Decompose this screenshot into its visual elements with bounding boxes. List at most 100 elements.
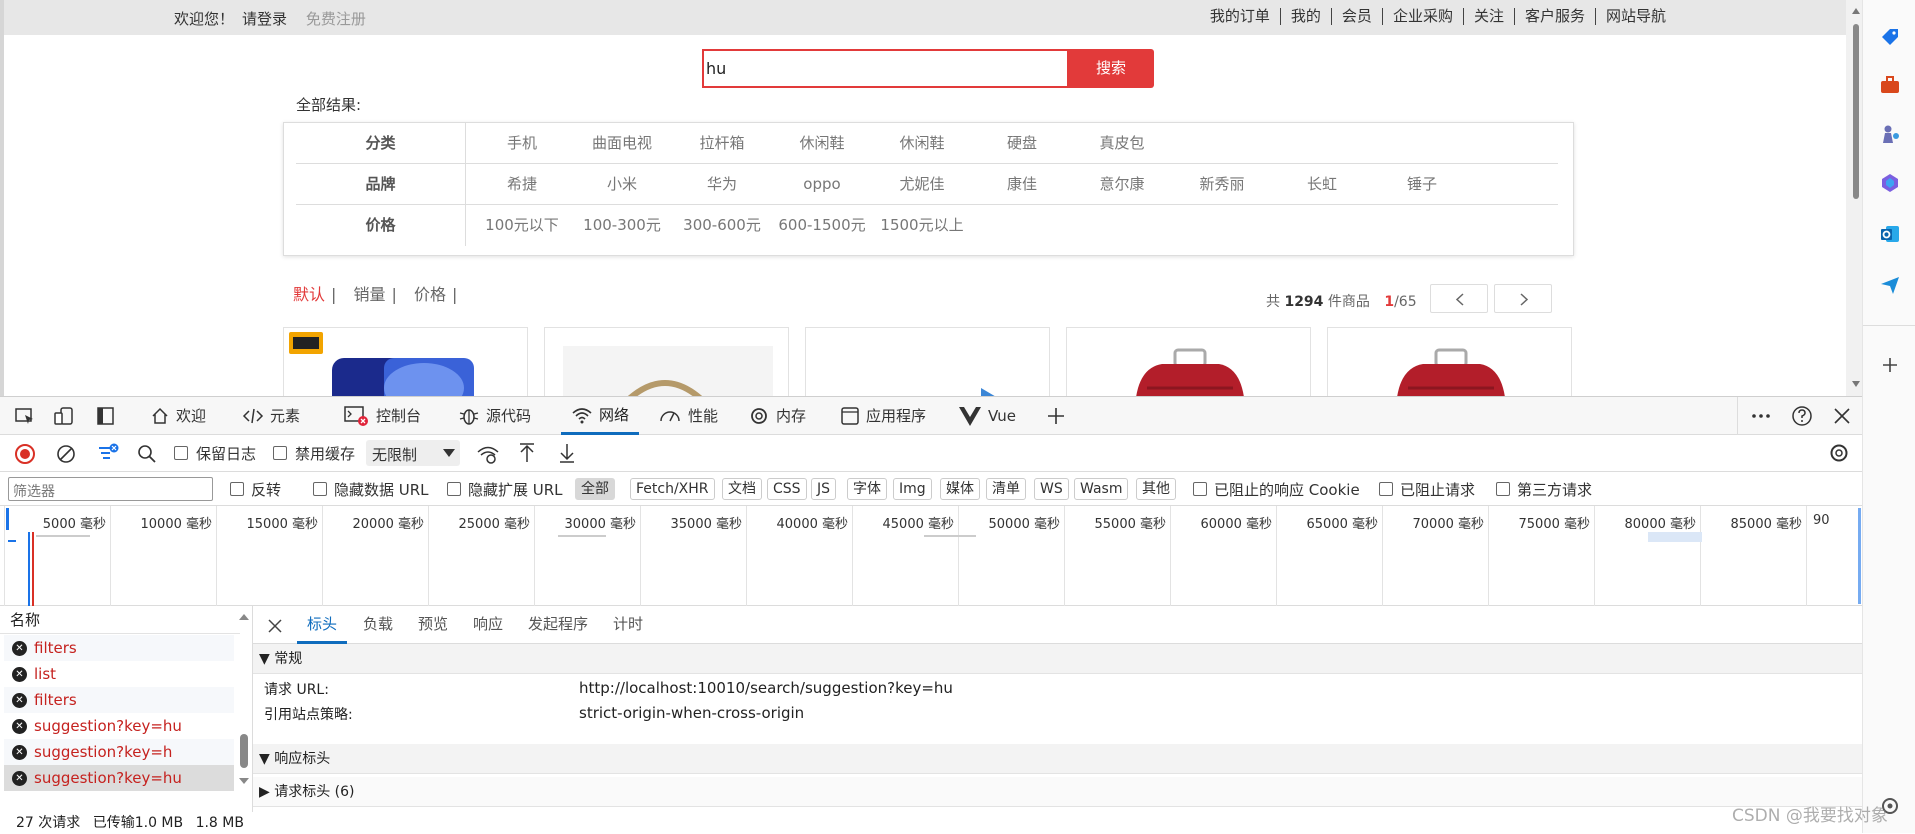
filter-option[interactable]: 硬盘	[972, 123, 1072, 164]
type-media[interactable]: 媒体	[940, 478, 980, 500]
disable-cache-checkbox[interactable]	[273, 446, 287, 460]
filter-option[interactable]: 100元以下	[472, 205, 572, 246]
chess-icon[interactable]	[1879, 123, 1901, 145]
filter-option[interactable]: 华为	[672, 164, 772, 205]
send-icon[interactable]	[1879, 274, 1901, 296]
help-icon[interactable]	[1791, 405, 1813, 427]
tab-console[interactable]: 控制台	[344, 397, 421, 435]
type-css[interactable]: CSS	[767, 478, 807, 500]
filter-option[interactable]: 尤妮佳	[872, 164, 972, 205]
product-card[interactable]	[544, 327, 789, 396]
filter-toggle-icon[interactable]	[96, 441, 120, 465]
type-img[interactable]: Img	[893, 478, 932, 500]
detail-tab-payload[interactable]: 负载	[363, 606, 393, 643]
filter-option[interactable]: 长虹	[1272, 164, 1372, 205]
blocked-cookie-checkbox[interactable]	[1193, 482, 1207, 496]
request-row[interactable]: ✕ filters	[4, 635, 234, 661]
product-card[interactable]	[1066, 327, 1311, 396]
inspect-icon[interactable]	[14, 407, 36, 425]
search-icon[interactable]	[136, 443, 158, 465]
filter-option[interactable]: 锤子	[1372, 164, 1472, 205]
filter-option[interactable]: 希捷	[472, 164, 572, 205]
toolbox-icon[interactable]	[1879, 74, 1901, 96]
filter-input[interactable]: 筛选器	[8, 477, 213, 501]
type-ws[interactable]: WS	[1034, 478, 1069, 500]
login-link[interactable]: 请登录	[242, 10, 287, 28]
preserve-log-checkbox[interactable]	[174, 446, 188, 460]
record-stop-icon[interactable]	[14, 443, 36, 465]
close-detail-icon[interactable]	[266, 617, 284, 635]
filter-option[interactable]: 小米	[572, 164, 672, 205]
filter-option[interactable]: 600-1500元	[772, 205, 872, 246]
request-row[interactable]: ✕ suggestion?key=hu	[4, 713, 234, 739]
type-manifest[interactable]: 清单	[986, 478, 1026, 500]
request-row[interactable]: ✕ filters	[4, 687, 234, 713]
tab-sources[interactable]: 源代码	[458, 397, 531, 435]
upload-icon[interactable]	[516, 442, 538, 464]
filter-option[interactable]: 真皮包	[1072, 123, 1172, 164]
outlook-icon[interactable]	[1879, 223, 1901, 245]
close-devtools-icon[interactable]	[1832, 406, 1852, 426]
sort-default[interactable]: 默认	[293, 285, 325, 304]
prev-page-button[interactable]	[1430, 284, 1488, 313]
nav-my-orders[interactable]: 我的订单	[1200, 8, 1280, 25]
search-input[interactable]: hu	[702, 49, 1069, 88]
filter-option[interactable]: 拉杆箱	[672, 123, 772, 164]
throttle-select[interactable]: 无限制	[366, 440, 460, 466]
nav-my[interactable]: 我的	[1279, 8, 1331, 25]
name-column-header[interactable]: 名称	[0, 606, 240, 634]
filter-option[interactable]: 意尔康	[1072, 164, 1172, 205]
more-options-icon[interactable]	[1750, 406, 1772, 426]
add-tab-icon[interactable]	[1046, 406, 1066, 426]
invert-checkbox[interactable]	[230, 482, 244, 496]
hide-data-url-checkbox[interactable]	[313, 482, 327, 496]
sort-sales[interactable]: 销量	[354, 285, 386, 304]
copilot-icon[interactable]	[1879, 172, 1901, 194]
tab-memory[interactable]: 内存	[748, 397, 806, 435]
tab-application[interactable]: 应用程序	[840, 397, 926, 435]
detail-tab-preview[interactable]: 预览	[418, 606, 448, 643]
product-card[interactable]	[283, 327, 528, 396]
type-all[interactable]: 全部	[575, 478, 615, 500]
detail-tab-timing[interactable]: 计时	[613, 606, 643, 643]
tab-welcome[interactable]: 欢迎	[150, 397, 206, 435]
nav-member[interactable]: 会员	[1330, 8, 1382, 25]
nav-enterprise[interactable]: 企业采购	[1381, 8, 1463, 25]
detail-tab-headers[interactable]: 标头	[297, 606, 348, 644]
plus-icon[interactable]	[1879, 354, 1901, 376]
filter-option[interactable]: 休闲鞋	[772, 123, 872, 164]
clear-icon[interactable]	[55, 443, 77, 465]
filter-option[interactable]: 休闲鞋	[872, 123, 972, 164]
dock-icon[interactable]	[96, 407, 116, 425]
search-button[interactable]: 搜索	[1068, 49, 1154, 88]
nav-service[interactable]: 客户服务	[1513, 8, 1595, 25]
request-row[interactable]: ✕ list	[4, 661, 234, 687]
nav-site-nav[interactable]: 网站导航	[1594, 8, 1676, 25]
filter-option[interactable]: 新秀丽	[1172, 164, 1272, 205]
detail-tab-response[interactable]: 响应	[473, 606, 503, 643]
network-settings-icon[interactable]	[1828, 442, 1850, 464]
tab-network[interactable]: 网络	[561, 397, 640, 435]
network-conditions-icon[interactable]	[476, 442, 500, 466]
tab-vue[interactable]: Vue	[958, 397, 1016, 435]
tag-icon[interactable]	[1879, 26, 1901, 48]
sort-price[interactable]: 价格	[414, 285, 446, 304]
next-page-button[interactable]	[1494, 284, 1552, 313]
list-scrollbar[interactable]	[236, 606, 252, 794]
product-card[interactable]	[1327, 327, 1572, 396]
register-link[interactable]: 免费注册	[306, 10, 366, 28]
filter-option[interactable]: 手机	[472, 123, 572, 164]
type-other[interactable]: 其他	[1136, 478, 1176, 500]
general-section-header[interactable]: ▼ 常规	[253, 644, 1862, 674]
tab-performance[interactable]: 性能	[658, 397, 718, 435]
detail-tab-initiator[interactable]: 发起程序	[528, 606, 588, 643]
download-icon[interactable]	[556, 442, 578, 464]
request-row-selected[interactable]: ✕ suggestion?key=hu	[4, 765, 234, 791]
device-toolbar-icon[interactable]	[54, 407, 76, 425]
tab-elements[interactable]: 元素	[242, 397, 300, 435]
type-wasm[interactable]: Wasm	[1074, 478, 1129, 500]
network-timeline[interactable]: 5000 毫秒 10000 毫秒 15000 毫秒 20000 毫秒 25000…	[0, 506, 1862, 606]
type-doc[interactable]: 文档	[722, 478, 762, 500]
page-scrollbar[interactable]	[1846, 0, 1862, 396]
filter-option[interactable]: 300-600元	[672, 205, 772, 246]
